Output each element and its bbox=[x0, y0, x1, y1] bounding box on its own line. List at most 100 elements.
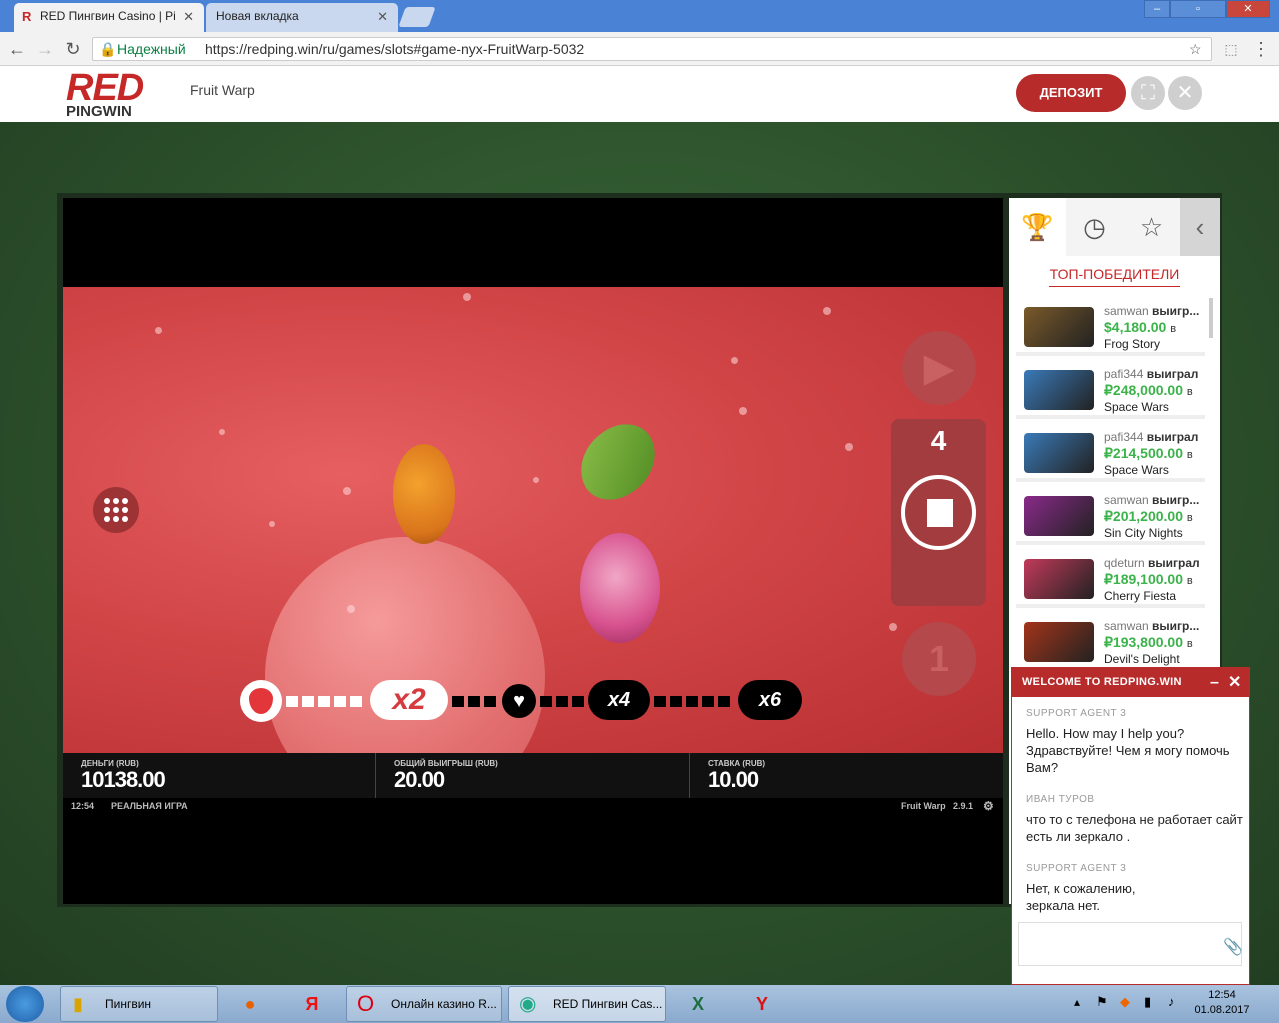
winner-item[interactable]: qdeturn выиграл ₽189,100.00 в Cherry Fiest… bbox=[1016, 550, 1205, 608]
lock-icon: 🔒 bbox=[99, 41, 117, 57]
excel-icon[interactable]: X bbox=[670, 986, 726, 1022]
game-thumbnail bbox=[1024, 433, 1094, 473]
winner-user: samwan выигр... bbox=[1104, 619, 1200, 633]
dragonfruit-fruit bbox=[580, 533, 660, 643]
opera-icon: O bbox=[357, 991, 375, 1016]
minimize-chat-icon[interactable]: – bbox=[1210, 668, 1219, 697]
title-underline bbox=[1049, 286, 1180, 287]
fullscreen-icon[interactable]: ⛶ bbox=[1131, 76, 1165, 110]
clock-time: 12:54 bbox=[1208, 989, 1236, 1001]
yandex-browser-icon[interactable]: Y bbox=[734, 986, 790, 1022]
chevron-left-icon[interactable]: ‹ bbox=[1180, 198, 1220, 256]
winner-user: qdeturn выиграл bbox=[1104, 556, 1200, 570]
game-thumbnail bbox=[1024, 496, 1094, 536]
taskbar-chrome[interactable]: ◉ RED Пингвин Cas... bbox=[508, 986, 666, 1022]
bet-stat: СТАВКА (RUB) 10.00 bbox=[690, 753, 1003, 798]
taskbar-folder[interactable]: ▮ Пингвин bbox=[60, 986, 218, 1022]
attach-icon[interactable]: 📎 bbox=[1223, 937, 1243, 957]
flag-icon[interactable]: ⚑ bbox=[1096, 994, 1108, 1010]
message-author: SUPPORT AGENT 3 bbox=[1026, 708, 1127, 719]
url-input[interactable]: 🔒 Надежный https://redping.win/ru/games/… bbox=[92, 37, 1212, 61]
strawberry-icon bbox=[240, 680, 282, 722]
close-chat-icon[interactable]: ✕ bbox=[1228, 668, 1241, 697]
deposit-button[interactable]: ДЕПОЗИТ bbox=[1016, 74, 1126, 112]
tab-redping[interactable]: R RED Пингвин Casino | Pi ✕ bbox=[14, 3, 204, 32]
tab-label: Новая вкладка bbox=[216, 9, 299, 23]
close-icon[interactable]: ✕ bbox=[1226, 0, 1270, 18]
clock-icon[interactable]: ◷ bbox=[1066, 198, 1123, 256]
tray-arrow-icon[interactable]: ▴ bbox=[1074, 995, 1080, 1009]
firefox-icon[interactable]: ● bbox=[222, 986, 278, 1022]
winner-game: Space Wars bbox=[1104, 400, 1169, 414]
close-game-icon[interactable]: ✕ bbox=[1168, 76, 1202, 110]
winner-amount: ₽189,100.00 в bbox=[1104, 571, 1193, 587]
game-version: 2.9.1 bbox=[953, 801, 974, 811]
winner-game: Sin City Nights bbox=[1104, 526, 1183, 540]
reload-icon[interactable]: ↻ bbox=[62, 38, 84, 60]
game-time: 12:54 bbox=[71, 801, 95, 811]
chat-widget: WELCOME TO REDPING.WIN – ✕ SUPPORT AGENT… bbox=[1011, 667, 1250, 985]
bookmark-star-icon[interactable]: ☆ bbox=[1189, 38, 1202, 60]
bubble-dot bbox=[739, 407, 747, 415]
game-name: Fruit Warp bbox=[901, 801, 946, 811]
taskbar-opera[interactable]: O Онлайн казино R... bbox=[346, 986, 502, 1022]
close-tab-icon[interactable]: ✕ bbox=[183, 3, 194, 30]
bet-coin-icon[interactable]: 1 bbox=[902, 622, 976, 696]
settings-icon[interactable]: ⚙ bbox=[983, 799, 994, 813]
total-win-stat: ОБЩИЙ ВЫИГРЫШ (RUB) 20.00 bbox=[376, 753, 690, 798]
kiwano-fruit bbox=[393, 444, 455, 544]
message-text: что то с телефона не работает сайт есть … bbox=[1026, 812, 1243, 844]
address-bar-row: ← → ↻ 🔒 Надежный https://redping.win/ru/… bbox=[0, 32, 1279, 66]
winner-item[interactable]: pafi344 выиграл ₽214,500.00 в Space Wars bbox=[1016, 424, 1205, 482]
game-mode: РЕАЛЬНАЯ ИГРА bbox=[111, 801, 188, 811]
winner-game: Frog Story bbox=[1104, 337, 1161, 351]
new-tab-button[interactable] bbox=[398, 7, 436, 27]
bubble-dot bbox=[343, 487, 351, 495]
winner-item[interactable]: samwan выигр... $4,180.00 в Frog Story bbox=[1016, 298, 1205, 356]
tab-new[interactable]: Новая вкладка ✕ bbox=[206, 3, 398, 32]
stop-button[interactable] bbox=[901, 475, 976, 550]
winner-game: Devil's Delight bbox=[1104, 652, 1180, 666]
clock-date: 01.08.2017 bbox=[1194, 1004, 1250, 1016]
trophy-icon[interactable]: 🏆 bbox=[1009, 198, 1066, 256]
yandex-icon[interactable]: Я bbox=[284, 986, 340, 1022]
game-menu-button[interactable] bbox=[93, 487, 139, 533]
tab-label: RED Пингвин Casino | Pi bbox=[40, 9, 176, 23]
chrome-icon: ◉ bbox=[519, 993, 537, 1015]
chat-input[interactable]: 📎 bbox=[1018, 922, 1243, 966]
restore-icon[interactable]: ▫ bbox=[1170, 0, 1226, 18]
stat-value: 10138.00 bbox=[81, 767, 166, 792]
bubble-dot bbox=[155, 327, 162, 334]
multiplier-x4: x4 bbox=[588, 680, 650, 720]
stop-icon bbox=[927, 499, 953, 527]
winner-game: Space Wars bbox=[1104, 463, 1169, 477]
close-tab-icon[interactable]: ✕ bbox=[377, 3, 388, 30]
forward-icon[interactable]: → bbox=[34, 38, 56, 60]
volume-icon[interactable]: ♪ bbox=[1168, 994, 1175, 1009]
signal-icon[interactable]: ▮ bbox=[1144, 994, 1151, 1010]
pdf-extension-icon[interactable]: ⬚ bbox=[1220, 38, 1242, 60]
url-text: https://redping.win/ru/games/slots#game-… bbox=[205, 41, 585, 57]
star-icon[interactable]: ☆ bbox=[1123, 198, 1180, 256]
bubble-dot bbox=[347, 605, 355, 613]
back-icon[interactable]: ← bbox=[6, 38, 28, 60]
winner-item[interactable]: pafi344 выиграл ₽248,000.00 в Space Wars bbox=[1016, 361, 1205, 419]
message-text: Нет, к сожалению, зеркала нет. bbox=[1026, 881, 1136, 913]
bubble-dot bbox=[269, 521, 275, 527]
clock[interactable]: 12:54 01.08.2017 bbox=[1192, 988, 1252, 1018]
start-button[interactable] bbox=[6, 986, 44, 1022]
taskbar-label: RED Пингвин Cas... bbox=[553, 997, 663, 1011]
winner-amount: ₽248,000.00 в bbox=[1104, 382, 1193, 398]
winner-item[interactable]: samwan выигр... ₽201,200.00 в Sin City Nig… bbox=[1016, 487, 1205, 545]
menu-icon[interactable]: ⋮ bbox=[1250, 38, 1272, 60]
minimize-icon[interactable]: – bbox=[1144, 0, 1170, 18]
game-thumbnail bbox=[1024, 307, 1094, 347]
message-text: Hello. How may I help you? Здравствуйте!… bbox=[1026, 726, 1230, 775]
winner-user: pafi344 выиграл bbox=[1104, 430, 1199, 444]
autoplay-icon[interactable]: ▶ bbox=[902, 331, 976, 405]
winner-item[interactable]: samwan выигр... ₽193,800.00 в Devil's Deli… bbox=[1016, 613, 1205, 671]
bubble-dot bbox=[463, 293, 471, 301]
game-stats-bar: ДЕНЬГИ (RUB) 10138.00 ОБЩИЙ ВЫИГРЫШ (RUB… bbox=[63, 753, 1003, 798]
avast-icon[interactable]: ◆ bbox=[1120, 994, 1130, 1010]
scrollbar[interactable] bbox=[1209, 298, 1213, 338]
